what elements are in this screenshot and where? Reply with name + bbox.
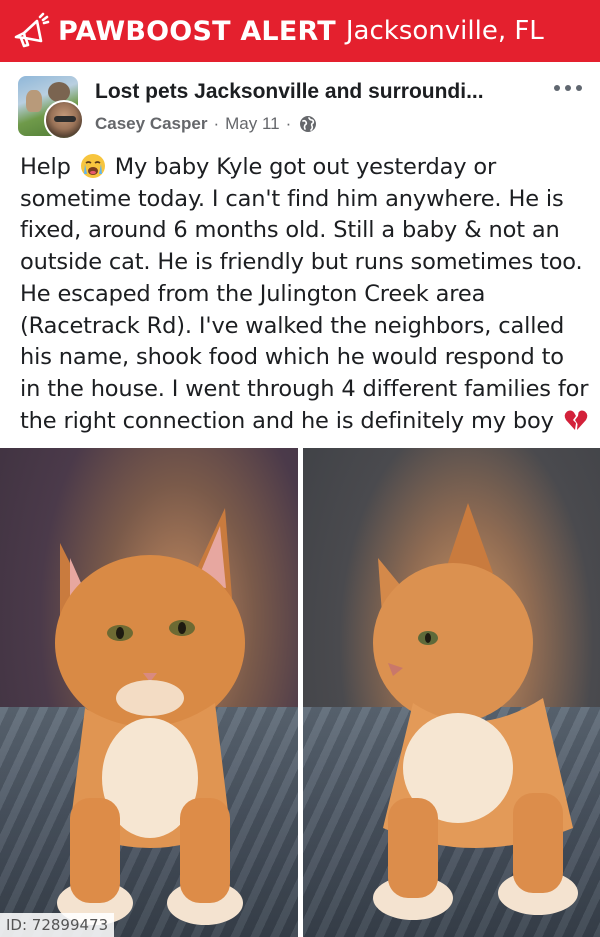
author-name-link[interactable]: Casey Casper: [95, 114, 207, 134]
photo-id-label: ID: 72899473: [0, 913, 115, 937]
alert-title: PAWBOOST ALERT: [58, 15, 336, 47]
cat-illustration: [373, 503, 578, 920]
post-text-segment: the right connection and he is definitel…: [20, 407, 561, 434]
post-text-line: outside cat. He is friendly but runs som…: [20, 249, 583, 276]
post-text-line: the right connection and he is definitel…: [20, 406, 590, 438]
crying-face-emoji: [80, 153, 106, 179]
post-text-line: sometime today. I can't find him anywher…: [20, 185, 564, 212]
post-body: Help My baby Kyle got out yesterday or s…: [20, 152, 590, 437]
post-header: Lost pets Jacksonville and surroundi... …: [0, 62, 600, 154]
pawboost-alert-bar: PAWBOOST ALERT Jacksonville, FL: [0, 0, 600, 62]
post-text-segment: Help: [20, 154, 78, 180]
post-text-segment: My baby Kyle got out yesterday or: [107, 154, 497, 180]
cat-photo-profile[interactable]: [303, 448, 600, 937]
post-text-line: his name, shook food which he would resp…: [20, 344, 564, 371]
post-date[interactable]: May 11: [225, 114, 280, 134]
post-meta: Casey Casper · May 11 ·: [95, 114, 317, 134]
alert-location: Jacksonville, FL: [345, 16, 544, 46]
post-text-line: fixed, around 6 months old. Still a baby…: [20, 217, 560, 244]
author-avatar[interactable]: [44, 100, 84, 140]
megaphone-icon: [8, 9, 52, 53]
globe-icon: [299, 115, 317, 133]
cat-photo-front[interactable]: ID: 72899473: [0, 448, 298, 937]
post-text-line: (Racetrack Rd). I've walked the neighbor…: [20, 312, 565, 339]
post-text-line: He escaped from the Julington Creek area: [20, 280, 486, 307]
meta-separator: ·: [285, 114, 292, 133]
post-text-line: in the house. I went through 4 different…: [20, 375, 589, 402]
group-name-link[interactable]: Lost pets Jacksonville and surroundi...: [95, 80, 484, 104]
meta-separator: ·: [213, 114, 220, 133]
post-text-line: Help My baby Kyle got out yesterday or: [20, 152, 590, 184]
cat-illustration: [55, 508, 245, 925]
more-options-icon[interactable]: [550, 78, 586, 98]
broken-heart-emoji: [563, 407, 589, 433]
